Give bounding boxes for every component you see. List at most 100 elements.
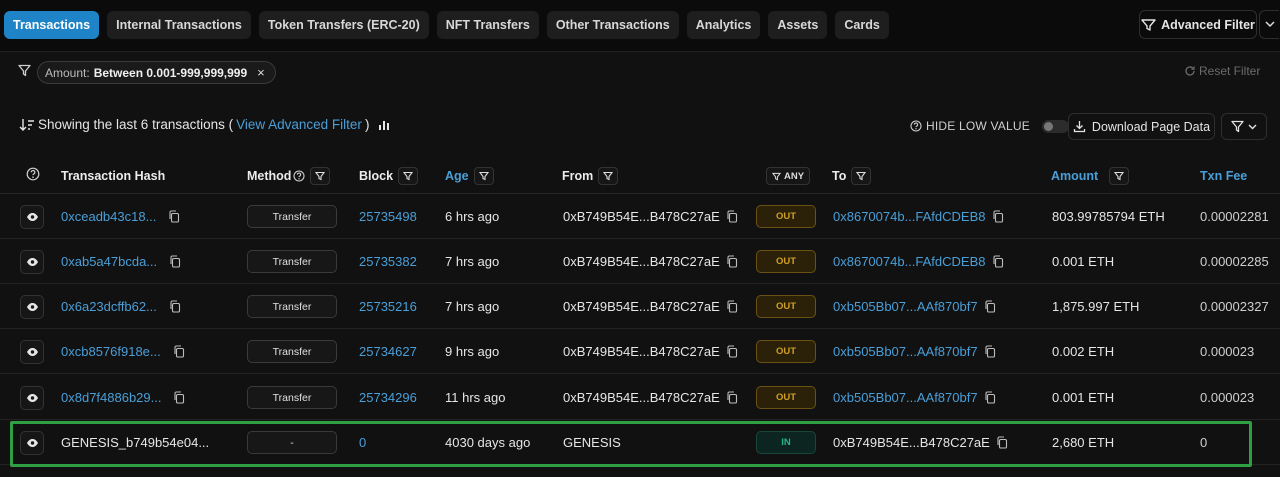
eye-icon[interactable] — [20, 385, 44, 410]
copy-icon[interactable] — [992, 210, 1004, 223]
row-from-cell: 0xB749B54E...B478C27aE — [563, 375, 738, 420]
direction-filter-button[interactable]: ANY — [766, 167, 811, 185]
copy-icon[interactable] — [984, 391, 996, 404]
more-options-button[interactable] — [1259, 10, 1279, 39]
tab-other-transactions[interactable]: Other Transactions — [546, 11, 679, 39]
block-link[interactable]: 25735382 — [359, 254, 417, 269]
eye-icon[interactable] — [20, 204, 44, 229]
amount-value: 1,875.997 ETH — [1052, 299, 1140, 314]
copy-icon[interactable] — [169, 255, 181, 268]
row-block-cell: 25734296 — [359, 375, 417, 420]
close-icon[interactable]: × — [257, 65, 265, 80]
reset-filter-button[interactable]: Reset Filter — [1184, 64, 1260, 78]
tx-hash-link[interactable]: 0xcb8576f918e... — [61, 344, 161, 359]
col-amount[interactable]: Amount — [1051, 167, 1130, 185]
age-text: 11 hrs ago — [445, 390, 506, 405]
copy-icon[interactable] — [726, 210, 738, 223]
col-age[interactable]: Age — [445, 167, 494, 185]
to-filter-icon[interactable] — [851, 167, 872, 185]
copy-icon[interactable] — [726, 255, 738, 268]
copy-icon[interactable] — [168, 210, 180, 223]
tx-hash-link[interactable]: 0x6a23dcffb62... — [61, 299, 157, 314]
block-link[interactable]: 25735498 — [359, 209, 417, 224]
chip-key: Amount: — [45, 65, 90, 80]
sort-icon[interactable] — [19, 118, 35, 132]
direction-badge: OUT — [756, 386, 816, 409]
tab-analytics[interactable]: Analytics — [686, 11, 761, 39]
tab-transactions[interactable]: Transactions — [4, 11, 100, 39]
to-address-link[interactable]: 0xb505Bb07...AAf870bf7 — [833, 299, 978, 314]
col-to-label: To — [832, 169, 847, 183]
tx-hash-link[interactable]: 0xceadb43c18... — [61, 209, 156, 224]
eye-icon[interactable] — [20, 339, 44, 364]
method-filter-icon[interactable] — [310, 167, 331, 185]
col-amount-label[interactable]: Amount — [1051, 169, 1098, 183]
col-txn-fee[interactable]: Txn Fee — [1200, 169, 1247, 183]
to-address-link[interactable]: 0xb505Bb07...AAf870bf7 — [833, 390, 978, 405]
tab-cards[interactable]: Cards — [835, 11, 889, 39]
row-block-cell: 25735382 — [359, 239, 417, 284]
txn-fee-value: 0.00002327 — [1200, 299, 1269, 314]
info-help-icon[interactable] — [26, 167, 40, 181]
age-text: 6 hrs ago — [445, 209, 500, 224]
copy-icon[interactable] — [726, 345, 738, 358]
tx-hash-link[interactable]: 0x8d7f4886b29... — [61, 390, 161, 405]
block-filter-icon[interactable] — [398, 167, 419, 185]
method-badge: Transfer — [247, 386, 337, 409]
tab-token-transfers[interactable]: Token Transfers (ERC-20) — [258, 11, 429, 39]
col-fee-label[interactable]: Txn Fee — [1200, 169, 1247, 183]
row-direction-cell: OUT — [756, 194, 816, 239]
hide-low-value-toggle[interactable] — [1041, 119, 1069, 133]
to-address-link[interactable]: 0x8670074b...FAfdCDEB8 — [833, 254, 986, 269]
txn-fee-value: 0.000023 — [1200, 344, 1255, 359]
view-advanced-filter-link[interactable]: View Advanced Filter — [236, 117, 362, 132]
to-address-link[interactable]: 0xb505Bb07...AAf870bf7 — [833, 344, 978, 359]
amount-filter-chip[interactable]: Amount: Between 0.001-999,999,999 × — [37, 61, 276, 84]
row-fee-cell: 0.000023 — [1200, 375, 1254, 420]
advanced-filter-button[interactable]: Advanced Filter — [1139, 10, 1257, 39]
eye-icon[interactable] — [20, 249, 44, 274]
filter-dropdown-button[interactable] — [1221, 113, 1267, 140]
row-block-cell: 25734627 — [359, 329, 417, 374]
copy-icon[interactable] — [726, 300, 738, 313]
tx-hash-link[interactable]: 0xab5a47bcda... — [61, 254, 157, 269]
amount-value: 0.001 ETH — [1052, 390, 1115, 405]
copy-icon[interactable] — [173, 345, 185, 358]
row-direction-cell: OUT — [756, 239, 816, 284]
to-address-link[interactable]: 0x8670074b...FAfdCDEB8 — [833, 209, 986, 224]
amount-filter-icon[interactable] — [1109, 167, 1130, 185]
block-link[interactable]: 25735216 — [359, 299, 417, 314]
from-address: 0xB749B54E...B478C27aE — [563, 209, 720, 224]
block-link[interactable]: 25734296 — [359, 390, 417, 405]
col-age-label[interactable]: Age — [445, 169, 469, 183]
row-eye-cell — [20, 329, 44, 374]
copy-icon[interactable] — [726, 391, 738, 404]
row-amount-cell: 0.001 ETH — [1052, 375, 1114, 420]
transactions-summary: Showing the last 6 transactions (View Ad… — [19, 117, 390, 132]
copy-icon[interactable] — [173, 391, 185, 404]
summary-suffix: ) — [364, 117, 370, 132]
age-text: 9 hrs ago — [445, 344, 500, 359]
copy-icon[interactable] — [984, 345, 996, 358]
chart-bars-icon[interactable] — [378, 119, 390, 131]
col-hash-label: Transaction Hash — [61, 169, 166, 183]
txn-fee-value: 0.00002281 — [1200, 209, 1269, 224]
row-block-cell: 25735216 — [359, 284, 417, 329]
from-filter-icon[interactable] — [598, 167, 619, 185]
copy-icon[interactable] — [992, 255, 1004, 268]
row-eye-cell — [20, 375, 44, 420]
table-row: 0xceadb43c18... Transfer 25735498 6 hrs ago… — [0, 194, 1280, 239]
download-page-data-button[interactable]: Download Page Data — [1068, 113, 1215, 140]
row-eye-cell — [20, 284, 44, 329]
copy-icon[interactable] — [169, 300, 181, 313]
row-to-cell: 0xb505Bb07...AAf870bf7 — [833, 329, 996, 374]
method-badge: Transfer — [247, 205, 337, 228]
row-amount-cell: 0.001 ETH — [1052, 239, 1114, 284]
tab-nft-transfers[interactable]: NFT Transfers — [436, 11, 539, 39]
copy-icon[interactable] — [984, 300, 996, 313]
tab-assets[interactable]: Assets — [768, 11, 828, 39]
eye-icon[interactable] — [20, 294, 44, 319]
tab-internal-transactions[interactable]: Internal Transactions — [107, 11, 251, 39]
block-link[interactable]: 25734627 — [359, 344, 417, 359]
age-filter-icon[interactable] — [473, 167, 494, 185]
